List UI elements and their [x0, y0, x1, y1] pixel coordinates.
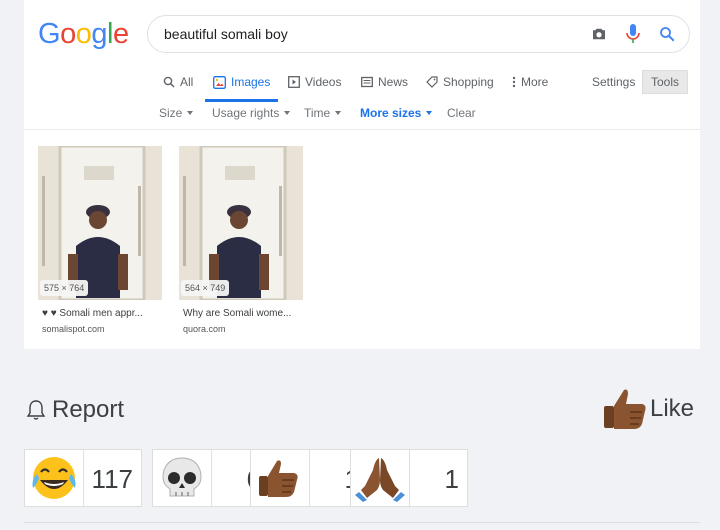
- tab-shopping[interactable]: Shopping: [426, 75, 494, 89]
- reaction-count: 1: [444, 464, 459, 494]
- result-title[interactable]: ♥ ♥ Somali men appr...: [42, 308, 166, 319]
- skull-emoji-icon: [162, 457, 202, 497]
- tab-videos[interactable]: Videos: [288, 75, 341, 89]
- search-input[interactable]: beautiful somali boy: [147, 15, 690, 53]
- divider: [24, 129, 700, 130]
- clear-button[interactable]: Clear: [447, 106, 476, 120]
- image-dimensions: 564 × 749: [181, 280, 230, 296]
- news-icon: [361, 76, 373, 88]
- like-button[interactable]: Like: [600, 384, 694, 434]
- caret-down-icon: [284, 111, 291, 115]
- tag-icon: [426, 76, 438, 88]
- more-sizes-dropdown[interactable]: More sizes: [360, 106, 433, 120]
- tab-all[interactable]: All: [163, 75, 193, 89]
- camera-icon[interactable]: [590, 25, 608, 43]
- more-vert-icon: [512, 76, 516, 88]
- result-title[interactable]: Why are Somali wome...: [183, 308, 307, 319]
- reaction-pray[interactable]: 1: [350, 449, 468, 507]
- search-icon: [163, 76, 175, 88]
- active-tab-indicator: [205, 99, 278, 102]
- result-thumbnail[interactable]: 564 × 749: [179, 146, 303, 300]
- search-icon[interactable]: [658, 25, 676, 43]
- time-dropdown[interactable]: Time: [304, 106, 342, 120]
- reaction-laugh[interactable]: 117: [24, 449, 142, 507]
- bell-icon: [26, 400, 46, 420]
- image-icon: [213, 75, 226, 89]
- result-thumbnail[interactable]: 575 × 764: [38, 146, 162, 300]
- thumbs-up-icon: [604, 389, 646, 429]
- caret-down-icon: [187, 111, 194, 115]
- size-dropdown[interactable]: Size: [159, 106, 194, 120]
- caret-down-icon: [335, 111, 342, 115]
- divider: [24, 522, 700, 523]
- caret-down-icon: [426, 111, 433, 115]
- usage-rights-dropdown[interactable]: Usage rights: [212, 106, 291, 120]
- microphone-icon[interactable]: [626, 24, 640, 44]
- video-icon: [288, 76, 300, 88]
- settings-link[interactable]: Settings: [592, 75, 635, 89]
- result-site[interactable]: somalispot.com: [42, 324, 105, 334]
- image-dimensions: 575 × 764: [40, 280, 89, 296]
- google-logo[interactable]: Google: [38, 18, 129, 51]
- folded-hands-emoji-icon: [355, 458, 405, 502]
- reaction-count: 117: [91, 464, 133, 494]
- result-site[interactable]: quora.com: [183, 324, 226, 334]
- thumbs-up-emoji-icon: [259, 460, 298, 497]
- tools-button[interactable]: Tools: [642, 70, 688, 94]
- tab-news[interactable]: News: [361, 75, 408, 89]
- report-button[interactable]: Report: [24, 396, 124, 424]
- tab-images[interactable]: Images: [213, 75, 270, 89]
- google-results-card: Google beautiful somali boy All Images V…: [24, 0, 700, 349]
- laughing-emoji-icon: [32, 457, 76, 499]
- tab-more[interactable]: More: [512, 75, 548, 89]
- search-query: beautiful somali boy: [164, 26, 288, 42]
